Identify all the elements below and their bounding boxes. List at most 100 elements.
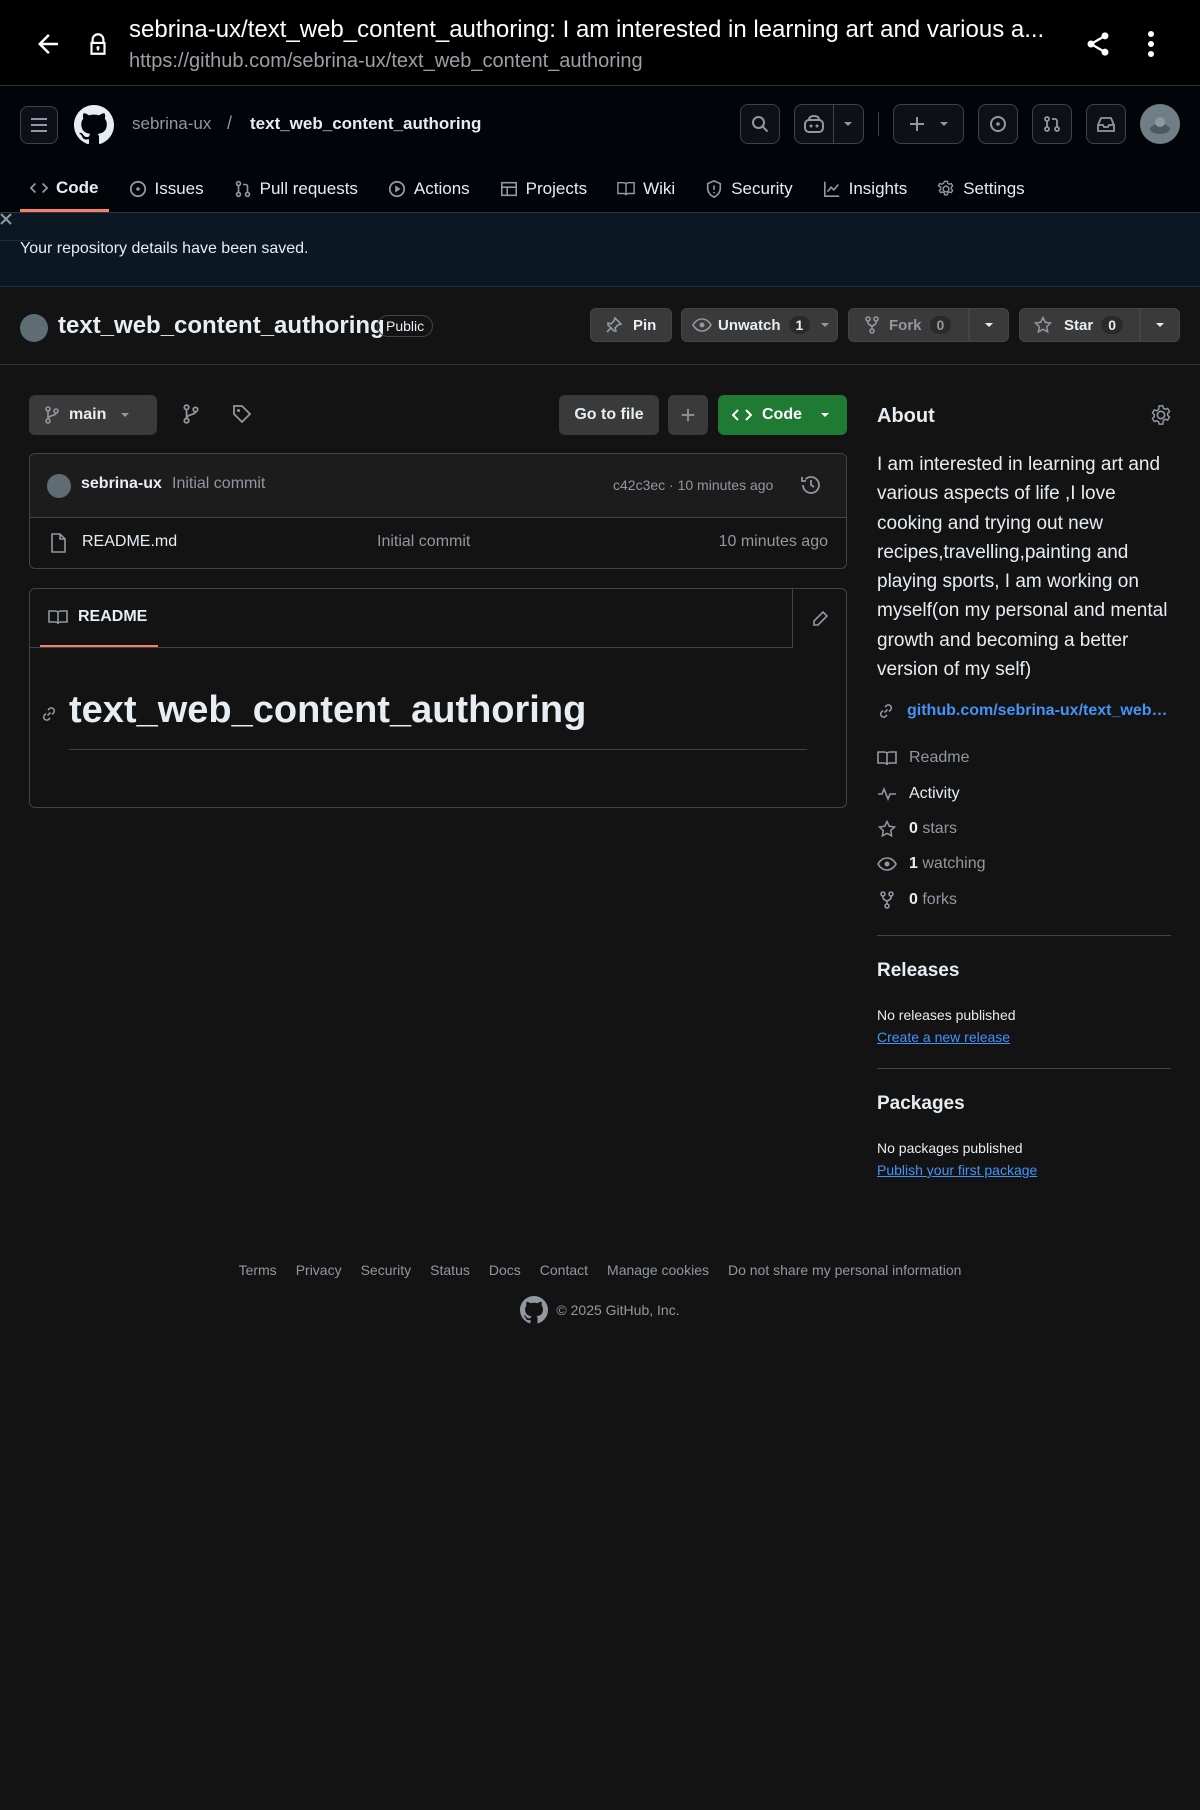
search-button[interactable] — [740, 104, 780, 144]
main-content: main Go to file Code sebrina-ux Initial … — [0, 366, 1200, 1372]
fork-icon — [865, 316, 879, 334]
back-arrow-icon[interactable] — [30, 26, 66, 62]
footer-links: Terms Privacy Security Status Docs Contact Man… — [239, 1262, 962, 1278]
copyright-text: © 2025 GitHub, Inc. — [556, 1302, 680, 1318]
file-commit-message[interactable]: Initial commit — [377, 533, 470, 551]
copilot-button[interactable] — [794, 104, 864, 144]
activity-link[interactable]: Activity — [877, 785, 960, 803]
add-file-button[interactable] — [668, 395, 708, 435]
unwatch-button[interactable]: Unwatch 1 — [681, 308, 838, 342]
forks-count: 0 — [909, 891, 918, 908]
branch-select-button[interactable]: main — [29, 395, 157, 435]
copilot-icon — [804, 114, 824, 133]
footer-copyright: © 2025 GitHub, Inc. — [520, 1296, 680, 1324]
history-icon[interactable] — [800, 474, 822, 496]
releases-heading[interactable]: Releases — [877, 960, 959, 982]
stars-link[interactable]: 0 stars — [877, 820, 957, 838]
fork-button[interactable]: Fork 0 — [848, 308, 969, 342]
footer-link[interactable]: Manage cookies — [607, 1262, 709, 1278]
more-vert-icon[interactable] — [1138, 26, 1164, 62]
link-icon — [879, 704, 893, 718]
footer-link[interactable]: Docs — [489, 1262, 521, 1278]
tab-wiki[interactable]: Wiki — [607, 166, 685, 212]
gear-icon[interactable] — [1150, 404, 1172, 426]
commit-author[interactable]: sebrina-ux — [81, 475, 162, 493]
issues-button[interactable] — [978, 104, 1018, 144]
branches-icon[interactable] — [181, 404, 201, 424]
file-name[interactable]: README.md — [82, 533, 177, 551]
shield-icon — [707, 180, 722, 198]
tab-label: Settings — [963, 179, 1025, 198]
tab-code[interactable]: Code — [20, 166, 109, 212]
packages-heading[interactable]: Packages — [877, 1093, 965, 1115]
commit-hash-time[interactable]: c42c3ec · 10 minutes ago — [613, 477, 773, 493]
anchor-link-icon[interactable] — [40, 705, 58, 723]
breadcrumb-owner[interactable]: sebrina-ux — [132, 114, 211, 134]
commit-author-avatar[interactable] — [47, 474, 71, 498]
tab-label: Insights — [848, 179, 908, 198]
header-divider — [878, 112, 879, 136]
file-list: sebrina-ux Initial commit c42c3ec · 10 m… — [29, 453, 847, 569]
commit-message[interactable]: Initial commit — [172, 475, 265, 493]
forks-link[interactable]: 0 forks — [877, 891, 957, 909]
tab-pull-requests[interactable]: Pull requests — [224, 166, 368, 212]
footer-link[interactable]: Security — [361, 1262, 412, 1278]
url-text[interactable]: https://github.com/sebrina-ux/text_web_c… — [129, 50, 643, 73]
tab-settings[interactable]: Settings — [927, 166, 1034, 212]
tag-icon[interactable] — [232, 404, 252, 424]
breadcrumb-repo[interactable]: text_web_content_authoring — [250, 114, 481, 134]
hamburger-menu-button[interactable] — [20, 106, 58, 144]
tab-projects[interactable]: Projects — [490, 166, 597, 212]
tab-actions[interactable]: Actions — [378, 166, 480, 212]
create-release-link[interactable]: Create a new release — [877, 1029, 1010, 1045]
user-avatar[interactable] — [1140, 104, 1180, 144]
github-logo-icon[interactable] — [74, 105, 114, 145]
page-title[interactable]: sebrina-ux/text_web_content_authoring: I… — [129, 16, 1069, 44]
footer-link[interactable]: Privacy — [296, 1262, 342, 1278]
fork-dropdown-button[interactable] — [969, 308, 1009, 342]
repo-nav-tabs: Code Issues Pull requests Actions Projects Wi… — [20, 166, 1045, 213]
table-icon — [500, 181, 517, 197]
footer-link[interactable]: Status — [430, 1262, 470, 1278]
star-dropdown-button[interactable] — [1140, 308, 1180, 342]
code-icon — [732, 409, 752, 421]
star-button[interactable]: Star 0 — [1019, 308, 1140, 342]
homepage-link[interactable]: github.com/sebrina-ux/text_web_content_a… — [877, 702, 1169, 720]
readme-tab[interactable]: README — [40, 589, 158, 648]
share-icon[interactable] — [1080, 26, 1116, 62]
table-row[interactable]: README.md Initial commit 10 minutes ago — [30, 518, 846, 569]
divider — [877, 935, 1171, 936]
chevron-down-icon — [121, 413, 130, 417]
lock-icon[interactable] — [82, 26, 114, 62]
chevron-down-icon — [821, 413, 829, 417]
repo-name[interactable]: text_web_content_authoring — [58, 312, 385, 340]
footer-link[interactable]: Terms — [239, 1262, 277, 1278]
tab-security[interactable]: Security — [695, 166, 802, 212]
go-to-file-button[interactable]: Go to file — [559, 395, 659, 435]
flash-banner: Your repository details have been saved. — [0, 213, 1200, 287]
watching-link[interactable]: 1 watching — [877, 855, 986, 873]
readme-link[interactable]: Readme — [877, 749, 969, 767]
pin-button[interactable]: Pin — [590, 308, 672, 342]
inbox-button[interactable] — [1086, 104, 1126, 144]
publish-package-link[interactable]: Publish your first package — [877, 1162, 1037, 1178]
tab-issues[interactable]: Issues — [119, 166, 214, 212]
readme-tab-label: README — [78, 608, 148, 625]
pin-label: Pin — [633, 316, 657, 334]
issue-icon — [129, 180, 146, 198]
stars-count: 0 — [909, 820, 918, 837]
tab-label: Actions — [413, 179, 470, 198]
book-icon — [617, 181, 635, 196]
plus-icon — [681, 408, 695, 422]
create-new-button[interactable] — [893, 104, 964, 144]
edit-readme-button[interactable] — [792, 589, 847, 648]
fork-label: Fork — [889, 316, 922, 334]
pull-requests-button[interactable] — [1032, 104, 1072, 144]
tab-insights[interactable]: Insights — [813, 166, 918, 212]
code-button[interactable]: Code — [718, 395, 847, 435]
footer-link[interactable]: Do not share my personal information — [728, 1262, 961, 1278]
eye-icon — [692, 318, 712, 332]
flash-close-button[interactable] — [0, 213, 34, 241]
footer-link[interactable]: Contact — [540, 1262, 588, 1278]
owner-avatar[interactable] — [20, 314, 48, 342]
